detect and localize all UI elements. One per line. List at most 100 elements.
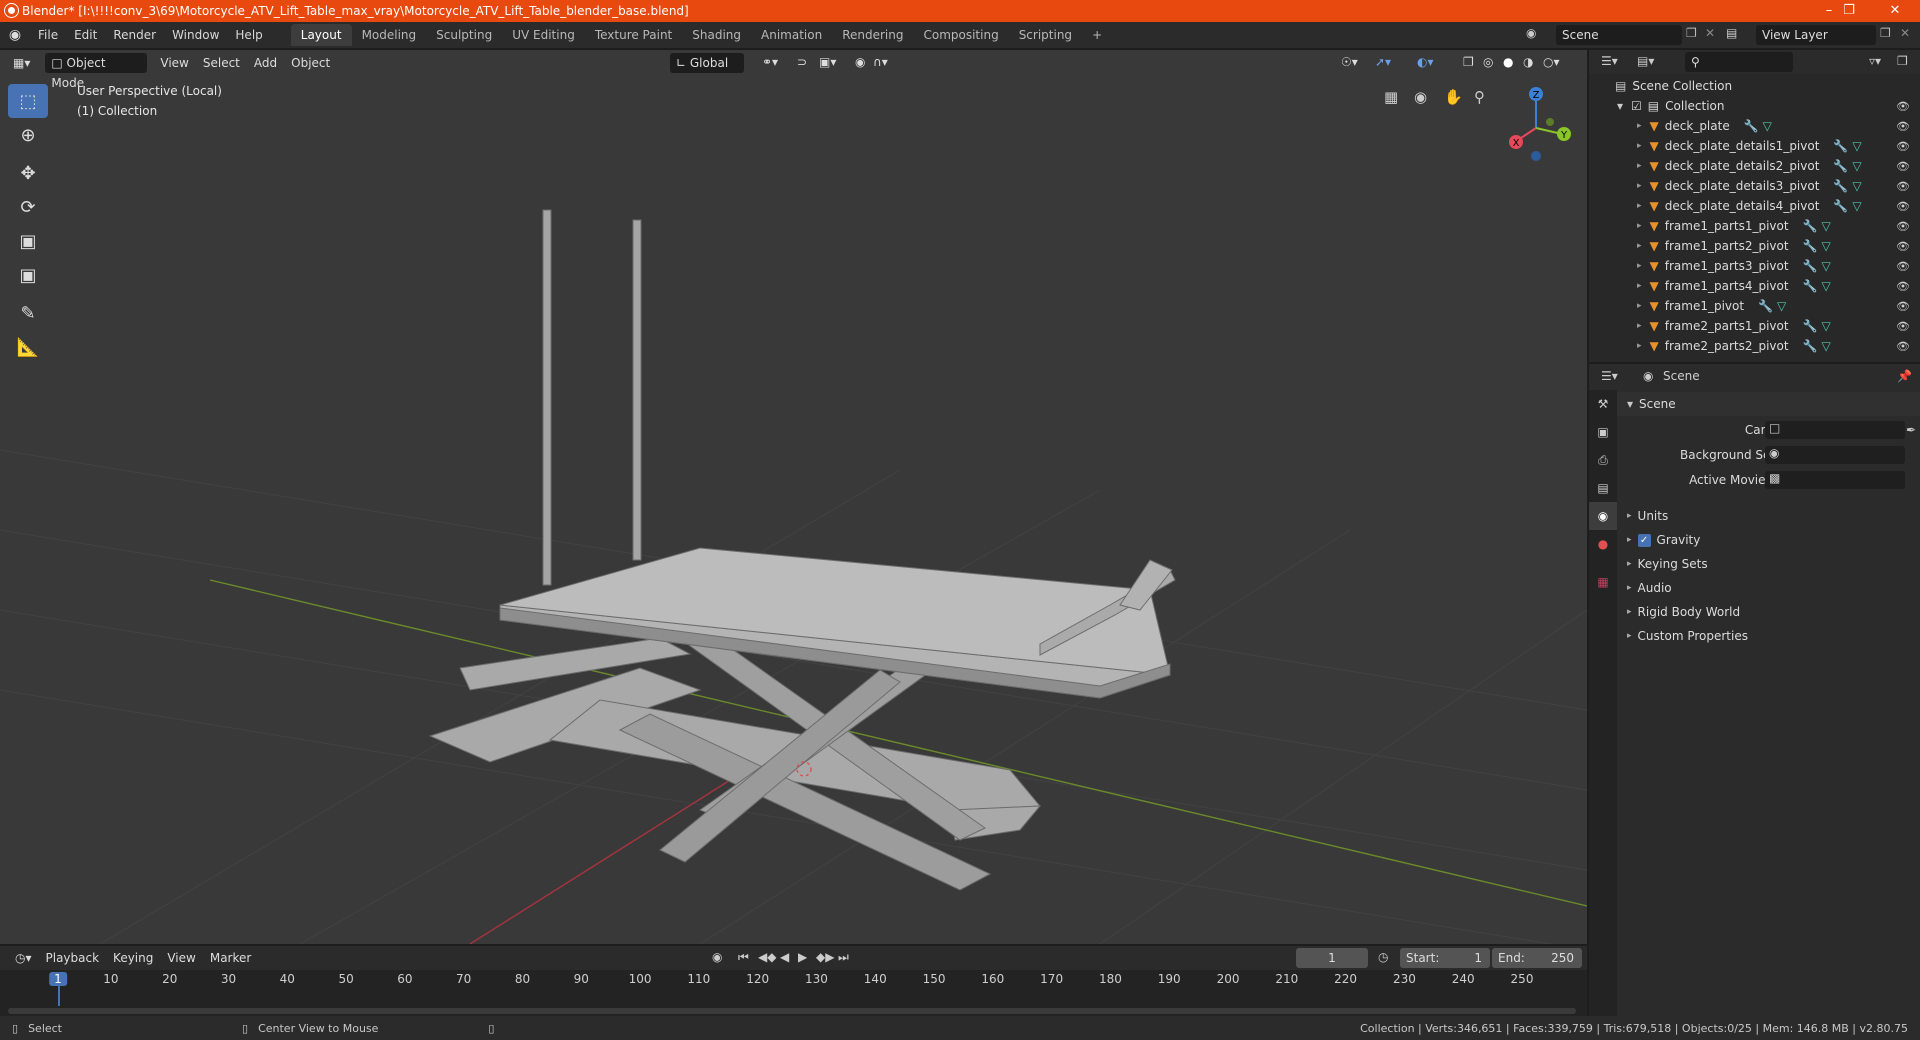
select-box-icon[interactable]: ⬚ (8, 84, 48, 118)
current-frame-field[interactable]: 1 (1296, 948, 1368, 968)
tab-shading[interactable]: Shading (682, 24, 751, 46)
move-tool-icon[interactable]: ✥ (8, 156, 48, 190)
pin-icon[interactable]: 📌 (1897, 369, 1912, 383)
expand-arrow-icon[interactable]: ▸ (1637, 301, 1642, 311)
output-props-tab-icon[interactable]: ⎙ (1589, 446, 1617, 474)
tab-scripting[interactable]: Scripting (1009, 24, 1082, 46)
outliner-editor-icon[interactable]: ☰▾ (1601, 54, 1618, 68)
pan-view-icon[interactable]: ✋ (1444, 88, 1463, 106)
mode-selector[interactable]: □ Object Mode (45, 53, 148, 90)
gravity-checkbox[interactable]: ✓ (1637, 533, 1651, 547)
outliner-item[interactable]: ▸ ▼ frame2_parts2_pivot 🔧 ▽ 👁 (1589, 336, 1920, 356)
texture-props-tab-icon[interactable]: ▦ (1589, 568, 1617, 596)
outliner-scene-collection[interactable]: ▤ Scene Collection (1589, 76, 1920, 96)
rotate-tool-icon[interactable]: ⟳ (8, 190, 48, 224)
visibility-icon[interactable]: ☉▾ (1334, 55, 1365, 69)
modifier-wrench-icon[interactable]: 🔧 (1803, 239, 1818, 253)
mesh-data-icon[interactable]: ▽ (1852, 159, 1861, 173)
menu-window[interactable]: Window (164, 28, 227, 42)
eye-icon[interactable]: 👁 (1896, 100, 1910, 113)
eye-icon[interactable]: 👁 (1896, 240, 1910, 253)
outliner-item[interactable]: ▸ ▼ deck_plate_details2_pivot 🔧 ▽ 👁 (1589, 156, 1920, 176)
property-panel-header[interactable]: ▸ ✓ Gravity (1617, 528, 1920, 552)
modifier-wrench-icon[interactable]: 🔧 (1833, 199, 1848, 213)
eye-icon[interactable]: 👁 (1896, 300, 1910, 313)
preview-range-icon[interactable]: ◷ (1378, 950, 1388, 964)
snap-target-icon[interactable]: ▣▾ (812, 55, 843, 69)
mesh-data-icon[interactable]: ▽ (1852, 179, 1861, 193)
eye-icon[interactable]: 👁 (1896, 340, 1910, 353)
transform-tool-icon[interactable]: ▣ (8, 258, 48, 292)
add-workspace-icon[interactable]: + (1082, 24, 1112, 46)
eye-icon[interactable]: 👁 (1896, 280, 1910, 293)
timeline-scrollbar[interactable] (8, 1008, 1576, 1014)
mesh-data-icon[interactable]: ▽ (1777, 299, 1786, 313)
viewport-menu-add[interactable]: Add (247, 56, 284, 70)
outliner-search-input[interactable]: ⚲ (1685, 52, 1793, 72)
gizmo-neg-y-icon[interactable] (1546, 118, 1554, 126)
tab-layout[interactable]: Layout (290, 24, 352, 46)
new-scene-icon[interactable]: ❐ (1686, 26, 1697, 40)
property-panel-header[interactable]: ▸ Keying Sets (1617, 552, 1920, 576)
outliner-item[interactable]: ▸ ▼ deck_plate_details1_pivot 🔧 ▽ 👁 (1589, 136, 1920, 156)
collection-checkbox-icon[interactable]: ☑ (1631, 99, 1642, 113)
expand-arrow-icon[interactable]: ▸ (1637, 241, 1642, 251)
end-frame-field[interactable]: End: 250 (1492, 948, 1582, 968)
modifier-wrench-icon[interactable]: 🔧 (1803, 319, 1818, 333)
tab-sculpting[interactable]: Sculpting (426, 24, 502, 46)
mesh-data-icon[interactable]: ▽ (1763, 119, 1772, 133)
mesh-data-icon[interactable]: ▽ (1822, 339, 1831, 353)
expand-arrow-icon[interactable]: ▸ (1637, 261, 1642, 271)
cursor-tool-icon[interactable]: ⊕ (8, 118, 48, 152)
modifier-wrench-icon[interactable]: 🔧 (1744, 119, 1759, 133)
property-panel-header[interactable]: ▸ Custom Properties (1617, 624, 1920, 648)
current-frame-marker[interactable]: 1 (49, 972, 67, 986)
expand-arrow-icon[interactable]: ▸ (1637, 201, 1642, 211)
eye-icon[interactable]: 👁 (1896, 120, 1910, 133)
pivot-point-icon[interactable]: ⚭▾ (755, 55, 785, 69)
play-icon[interactable]: ▶ (798, 950, 807, 964)
property-panel-header[interactable]: ▸ Audio (1617, 576, 1920, 600)
modifier-wrench-icon[interactable]: 🔧 (1803, 259, 1818, 273)
expand-arrow-icon[interactable]: ▸ (1637, 221, 1642, 231)
play-reverse-icon[interactable]: ◀ (780, 950, 789, 964)
background-scene-field[interactable]: ◉ (1765, 446, 1905, 464)
mesh-data-icon[interactable]: ▽ (1822, 219, 1831, 233)
expand-arrow-icon[interactable]: ▸ (1637, 281, 1642, 291)
outliner-item[interactable]: ▸ ▼ frame1_pivot 🔧 ▽ 👁 (1589, 296, 1920, 316)
timeline-menu-playback[interactable]: Playback (39, 951, 107, 965)
menu-edit[interactable]: Edit (66, 28, 105, 42)
playhead-line[interactable] (58, 986, 60, 1006)
menu-render[interactable]: Render (105, 28, 164, 42)
eye-icon[interactable]: 👁 (1896, 220, 1910, 233)
outliner-item[interactable]: ▸ ▼ deck_plate_details4_pivot 🔧 ▽ 👁 (1589, 196, 1920, 216)
eye-icon[interactable]: 👁 (1896, 160, 1910, 173)
camera-view-icon[interactable]: ◉ (1414, 88, 1427, 106)
start-frame-field[interactable]: Start: 1 (1400, 948, 1490, 968)
view-layer-selector[interactable]: View Layer (1756, 25, 1876, 45)
render-props-tab-icon[interactable]: ▣ (1589, 418, 1617, 446)
outliner-item[interactable]: ▸ ▼ frame1_parts2_pivot 🔧 ▽ 👁 (1589, 236, 1920, 256)
expand-arrow-icon[interactable]: ▸ (1637, 341, 1642, 351)
tab-uv-editing[interactable]: UV Editing (502, 24, 585, 46)
jump-start-icon[interactable]: ⏮ (738, 950, 749, 965)
eyedropper-icon[interactable]: ✒ (1906, 423, 1916, 437)
navigation-gizmo[interactable]: Z Y X (1500, 82, 1580, 162)
mesh-data-icon[interactable]: ▽ (1822, 319, 1831, 333)
3d-viewport[interactable]: ▦▾ □ Object Mode View Select Add Object … (0, 50, 1587, 944)
collapse-arrow-icon[interactable]: ▾ (1617, 99, 1623, 113)
modifier-wrench-icon[interactable]: 🔧 (1803, 219, 1818, 233)
scene-props-tab-icon[interactable]: ◉ (1589, 502, 1617, 530)
view-layer-props-tab-icon[interactable]: ▤ (1589, 474, 1617, 502)
mesh-data-icon[interactable]: ▽ (1852, 199, 1861, 213)
expand-arrow-icon[interactable]: ▸ (1637, 141, 1642, 151)
annotate-tool-icon[interactable]: ✎ (8, 296, 48, 330)
snap-icon[interactable]: ⊃ (790, 55, 814, 69)
outliner-item[interactable]: ▸ ▼ deck_plate 🔧 ▽ 👁 (1589, 116, 1920, 136)
world-props-tab-icon[interactable]: ● (1589, 530, 1617, 558)
modifier-wrench-icon[interactable]: 🔧 (1803, 339, 1818, 353)
timeline-menu-keying[interactable]: Keying (106, 951, 160, 965)
outliner-item[interactable]: ▸ ▼ frame2_parts1_pivot 🔧 ▽ 👁 (1589, 316, 1920, 336)
eye-icon[interactable]: 👁 (1896, 140, 1910, 153)
modifier-wrench-icon[interactable]: 🔧 (1833, 139, 1848, 153)
